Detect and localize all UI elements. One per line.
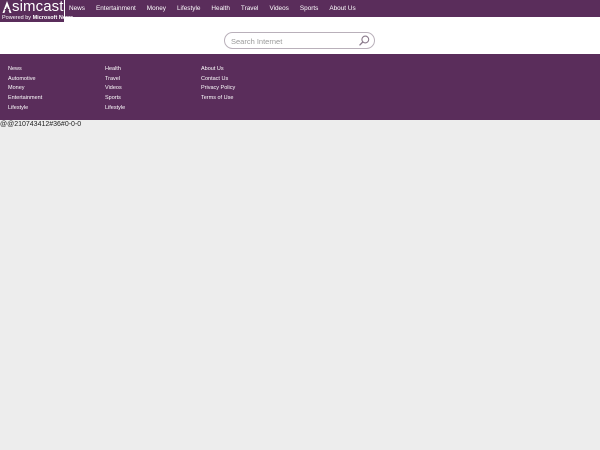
brand-logo[interactable]: simcast Powered by Microsoft News (0, 0, 73, 23)
nav-menu: News Entertainment Money Lifestyle Healt… (64, 0, 362, 17)
simcast-logo-icon (2, 1, 12, 13)
nav-item-health[interactable]: Health (211, 5, 229, 12)
nav-item-about-us[interactable]: About Us (329, 5, 355, 12)
top-nav-bar: simcast Powered by Microsoft News News E… (0, 0, 600, 23)
footer-link-privacy-policy[interactable]: Privacy Policy (201, 84, 235, 94)
footer-link-entertainment[interactable]: Entertainment (8, 94, 42, 104)
search-section (0, 17, 600, 54)
search-box (224, 32, 375, 49)
footer-link-terms-of-use[interactable]: Terms of Use (201, 94, 235, 104)
debug-id-text: @@210743412#36#0-0-0 (0, 121, 82, 128)
powered-by-prefix: Powered by (2, 15, 33, 21)
nav-item-travel[interactable]: Travel (241, 5, 259, 12)
search-input[interactable] (231, 35, 356, 47)
powered-by-label: Powered by Microsoft News (2, 15, 73, 22)
footer-link-money[interactable]: Money (8, 84, 42, 94)
nav-item-news[interactable]: News (69, 5, 85, 12)
footer-link-contact-us[interactable]: Contact Us (201, 75, 235, 85)
nav-item-entertainment[interactable]: Entertainment (96, 5, 136, 12)
footer-link-about-us[interactable]: About Us (201, 65, 235, 75)
nav-item-sports[interactable]: Sports (300, 5, 318, 12)
footer-link-lifestyle-2[interactable]: Lifestyle (105, 104, 125, 114)
footer-column-1: News Automotive Money Entertainment Life… (8, 65, 42, 114)
footer-link-news[interactable]: News (8, 65, 42, 75)
nav-item-videos[interactable]: Videos (269, 5, 288, 12)
site-footer: News Automotive Money Entertainment Life… (0, 54, 600, 120)
footer-link-videos[interactable]: Videos (105, 84, 125, 94)
footer-link-sports[interactable]: Sports (105, 94, 125, 104)
footer-column-3: About Us Contact Us Privacy Policy Terms… (201, 65, 235, 104)
brand-name: simcast (12, 0, 64, 15)
footer-link-health[interactable]: Health (105, 65, 125, 75)
footer-link-lifestyle[interactable]: Lifestyle (8, 104, 42, 114)
nav-item-money[interactable]: Money (147, 5, 166, 12)
footer-link-travel[interactable]: Travel (105, 75, 125, 85)
nav-item-lifestyle[interactable]: Lifestyle (177, 5, 200, 12)
footer-column-2: Health Travel Videos Sports Lifestyle (105, 65, 125, 114)
powered-by-brand: Microsoft News (32, 15, 74, 21)
footer-link-automotive[interactable]: Automotive (8, 75, 42, 85)
search-icon[interactable] (359, 35, 370, 46)
